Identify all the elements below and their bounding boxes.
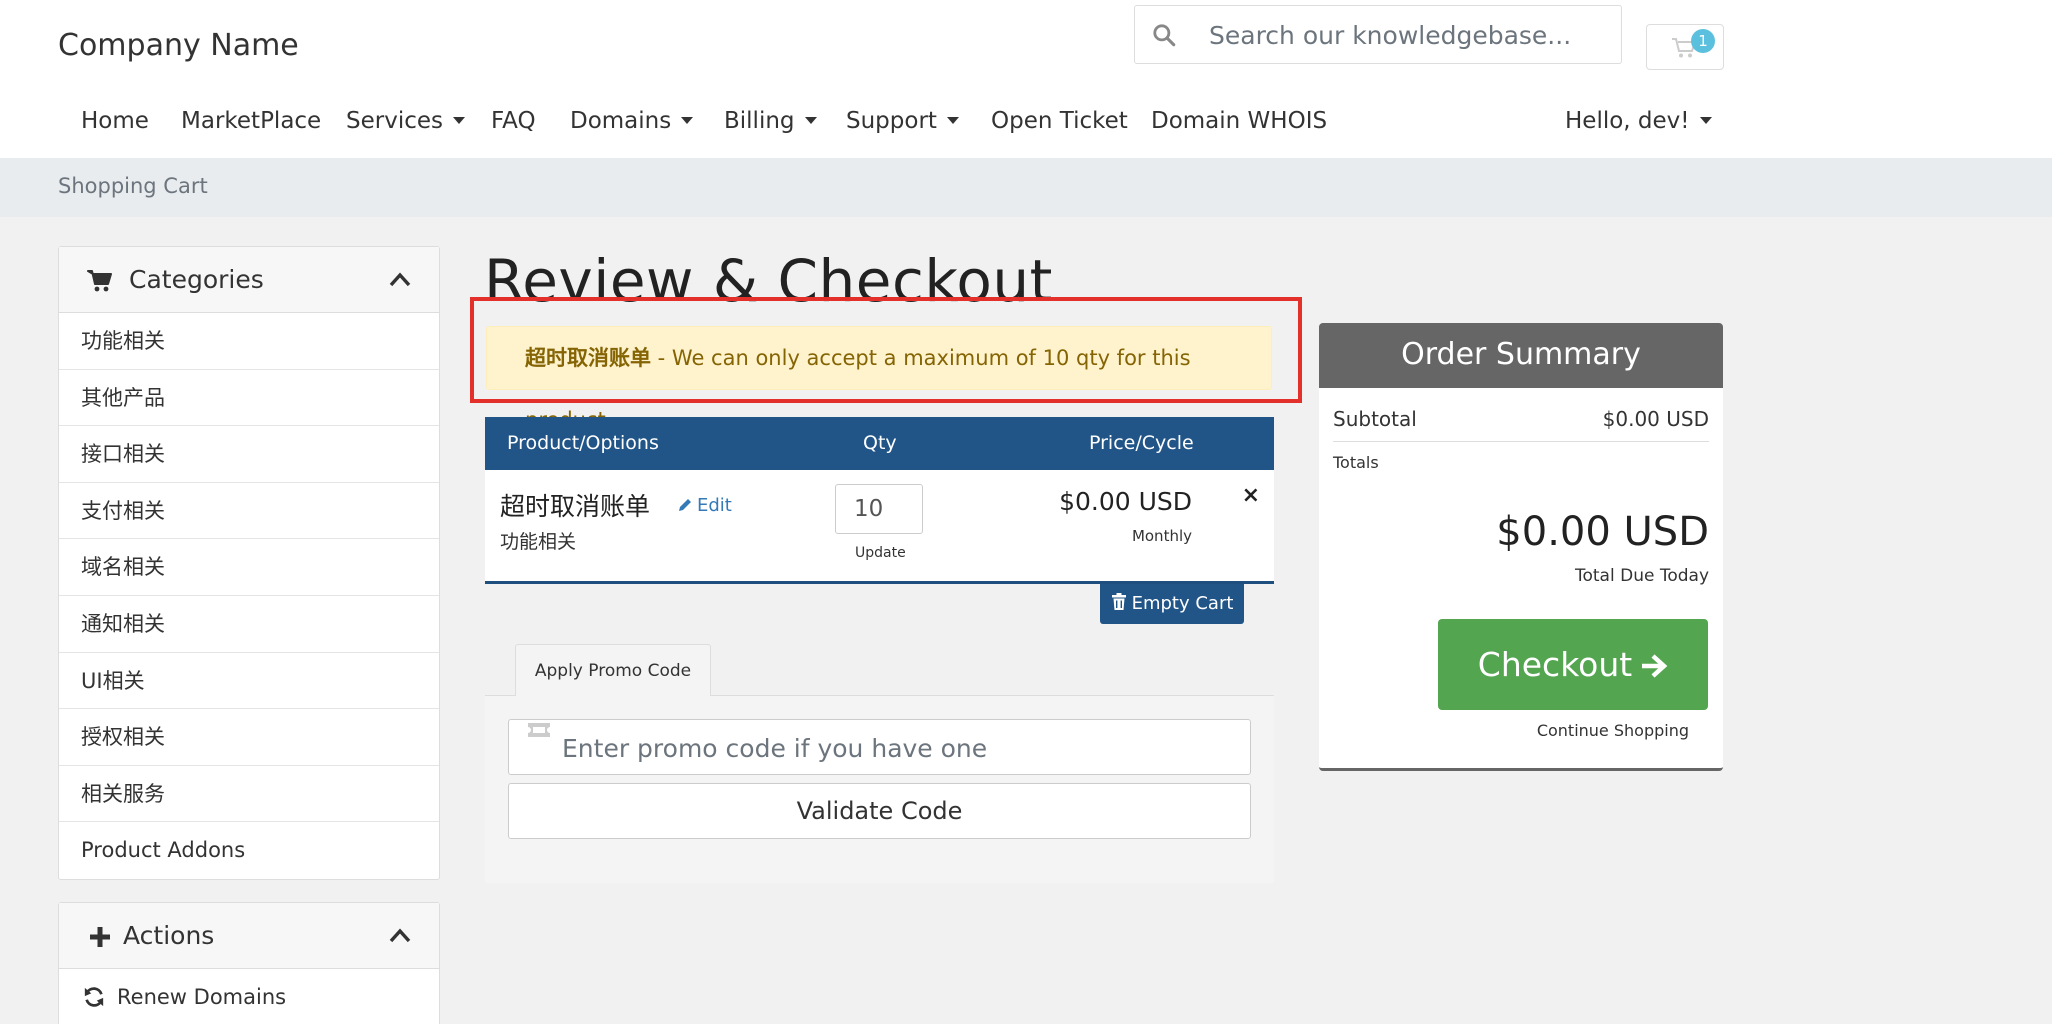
product-name: 超时取消账单 [500,492,651,521]
refresh-icon [84,987,104,1007]
category-item[interactable]: 接口相关 [59,426,439,483]
brand-logo[interactable]: Company Name [58,28,299,63]
nav-home[interactable]: Home [81,108,149,134]
totals-label: Totals [1333,453,1379,472]
remove-item-icon[interactable]: × [1242,483,1260,508]
highlight-annotation [470,297,1302,403]
caret-down-icon [804,116,817,124]
caret-down-icon [453,116,465,124]
item-cycle: Monthly [1131,527,1192,545]
category-item[interactable]: Product Addons [59,822,439,879]
tab-border [485,695,515,696]
header-product: Product/Options [507,432,659,454]
cart-button[interactable]: 1 [1646,24,1724,70]
category-item[interactable]: UI相关 [59,653,439,710]
chevron-up-icon[interactable] [389,927,411,943]
breadcrumb: Shopping Cart [0,158,2052,217]
product-group: 功能相关 [500,531,577,553]
checkout-button[interactable]: Checkout [1438,619,1708,710]
empty-cart-label: Empty Cart [1131,593,1234,614]
caret-down-icon [681,116,694,124]
edit-label: Edit [697,495,732,516]
user-greeting: Hello, dev! [1565,108,1690,134]
nav-marketplace[interactable]: MarketPlace [181,108,321,134]
empty-cart-button[interactable]: Empty Cart [1100,584,1244,624]
tab-border [711,695,1274,696]
edit-link[interactable]: Edit [677,495,732,516]
actions-panel-header[interactable]: Actions [59,903,439,969]
total-amount: $0.00 USD [1496,509,1709,555]
category-item[interactable]: 相关服务 [59,766,439,823]
quantity-input[interactable]: 10 [835,484,923,534]
divider [1333,441,1709,442]
category-item[interactable]: 授权相关 [59,709,439,766]
categories-panel-header[interactable]: Categories [59,247,439,313]
main-nav: Home MarketPlace Services FAQ Domains Bi… [0,108,2052,148]
order-summary: Order Summary Subtotal $0.00 USD Totals … [1319,323,1723,771]
plus-icon [90,927,110,947]
categories-panel: Categories 功能相关 其他产品 接口相关 支付相关 域名相关 通知相关… [58,246,440,880]
total-due-label: Total Due Today [1575,566,1709,586]
nav-billing-label: Billing [724,108,795,134]
caret-down-icon [946,116,959,124]
site-header: Company Name Search our knowledgebase...… [0,0,2052,158]
chevron-up-icon[interactable] [389,271,411,287]
nav-faq[interactable]: FAQ [491,108,536,134]
ticket-icon [528,723,550,737]
caret-down-icon [1699,116,1712,124]
categories-title: Categories [129,265,264,294]
promo-placeholder: Enter promo code if you have one [562,734,988,763]
nav-support-label: Support [846,108,937,134]
shopping-cart-icon [87,270,112,292]
nav-domains-label: Domains [570,108,672,134]
nav-user-menu[interactable]: Hello, dev! [1565,108,1712,134]
trash-icon [1111,593,1126,610]
cart-count-badge: 1 [1691,29,1715,53]
actions-title: Actions [123,921,215,950]
order-summary-title: Order Summary [1319,323,1723,388]
tab-apply-promo[interactable]: Apply Promo Code [515,644,711,696]
subtotal-value: $0.00 USD [1602,407,1709,431]
search-placeholder: Search our knowledgebase... [1209,21,1572,50]
nav-support[interactable]: Support [846,108,959,134]
nav-services[interactable]: Services [346,108,465,134]
checkout-label: Checkout [1477,645,1633,684]
promo-code-input[interactable]: Enter promo code if you have one [508,719,1251,775]
category-item[interactable]: 域名相关 [59,539,439,596]
nav-domain-whois[interactable]: Domain WHOIS [1151,108,1327,134]
category-item[interactable]: 其他产品 [59,370,439,427]
nav-domains[interactable]: Domains [570,108,694,134]
nav-services-label: Services [346,108,443,134]
search-icon [1153,24,1176,47]
nav-billing[interactable]: Billing [724,108,817,134]
action-label: Renew Domains [117,985,287,1009]
nav-open-ticket[interactable]: Open Ticket [991,108,1128,134]
action-renew-domains[interactable]: Renew Domains [59,969,439,1024]
header-qty: Qty [863,432,897,454]
search-input[interactable]: Search our knowledgebase... [1134,5,1622,64]
validate-code-button[interactable]: Validate Code [508,783,1251,839]
cart-table: Product/Options Qty Price/Cycle 超时取消账单 E… [485,417,1274,584]
category-item[interactable]: 通知相关 [59,596,439,653]
item-price: $0.00 USD [1059,487,1192,516]
header-price: Price/Cycle [1089,432,1194,454]
cart-table-header: Product/Options Qty Price/Cycle [485,417,1274,470]
update-qty-link[interactable]: Update [855,545,906,561]
category-item[interactable]: 功能相关 [59,313,439,370]
breadcrumb-current: Shopping Cart [58,174,208,198]
continue-shopping-link[interactable]: Continue Shopping [1537,721,1689,740]
arrow-right-icon [1642,654,1668,678]
category-item[interactable]: 支付相关 [59,483,439,540]
pencil-icon [679,499,691,511]
actions-panel: Actions Renew Domains [58,902,440,1024]
